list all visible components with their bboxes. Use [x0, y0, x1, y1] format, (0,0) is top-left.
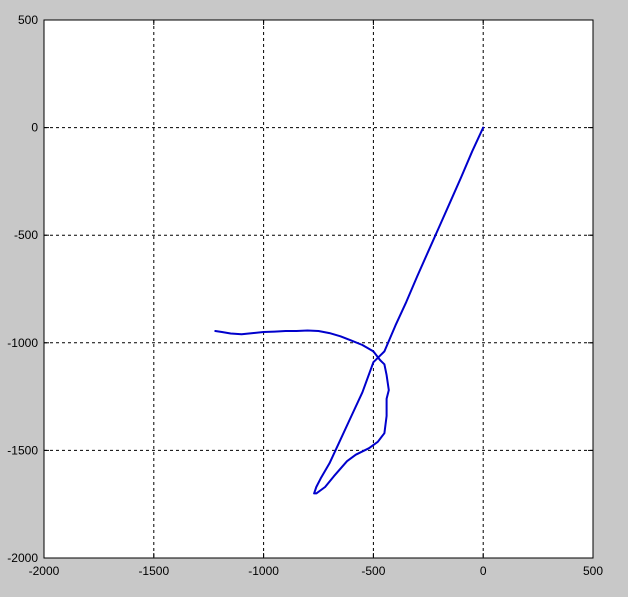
y-tick-label: -1500	[7, 443, 38, 457]
y-tick-label: -500	[14, 228, 38, 242]
x-tick-label: 500	[583, 564, 603, 578]
x-tick-label: -500	[361, 564, 385, 578]
x-axis-tick-labels: -2000 -1500 -1000 -500 0 500	[29, 564, 604, 578]
y-tick-label: 500	[18, 13, 38, 27]
y-tick-label: -1000	[7, 336, 38, 350]
x-tick-label: 0	[480, 564, 487, 578]
x-tick-label: -1000	[248, 564, 279, 578]
y-axis-tick-labels: -2000 -1500 -1000 -500 0 500	[7, 13, 38, 565]
line-chart: -2000 -1500 -1000 -500 0 500 -2000-1500-1000-…	[7, 13, 604, 578]
x-tick-label: -1500	[138, 564, 169, 578]
plot-area	[43, 19, 594, 559]
y-tick-label: -2000	[7, 551, 38, 565]
x-tick-label: -2000	[29, 564, 60, 578]
y-tick-label: 0	[31, 121, 38, 135]
